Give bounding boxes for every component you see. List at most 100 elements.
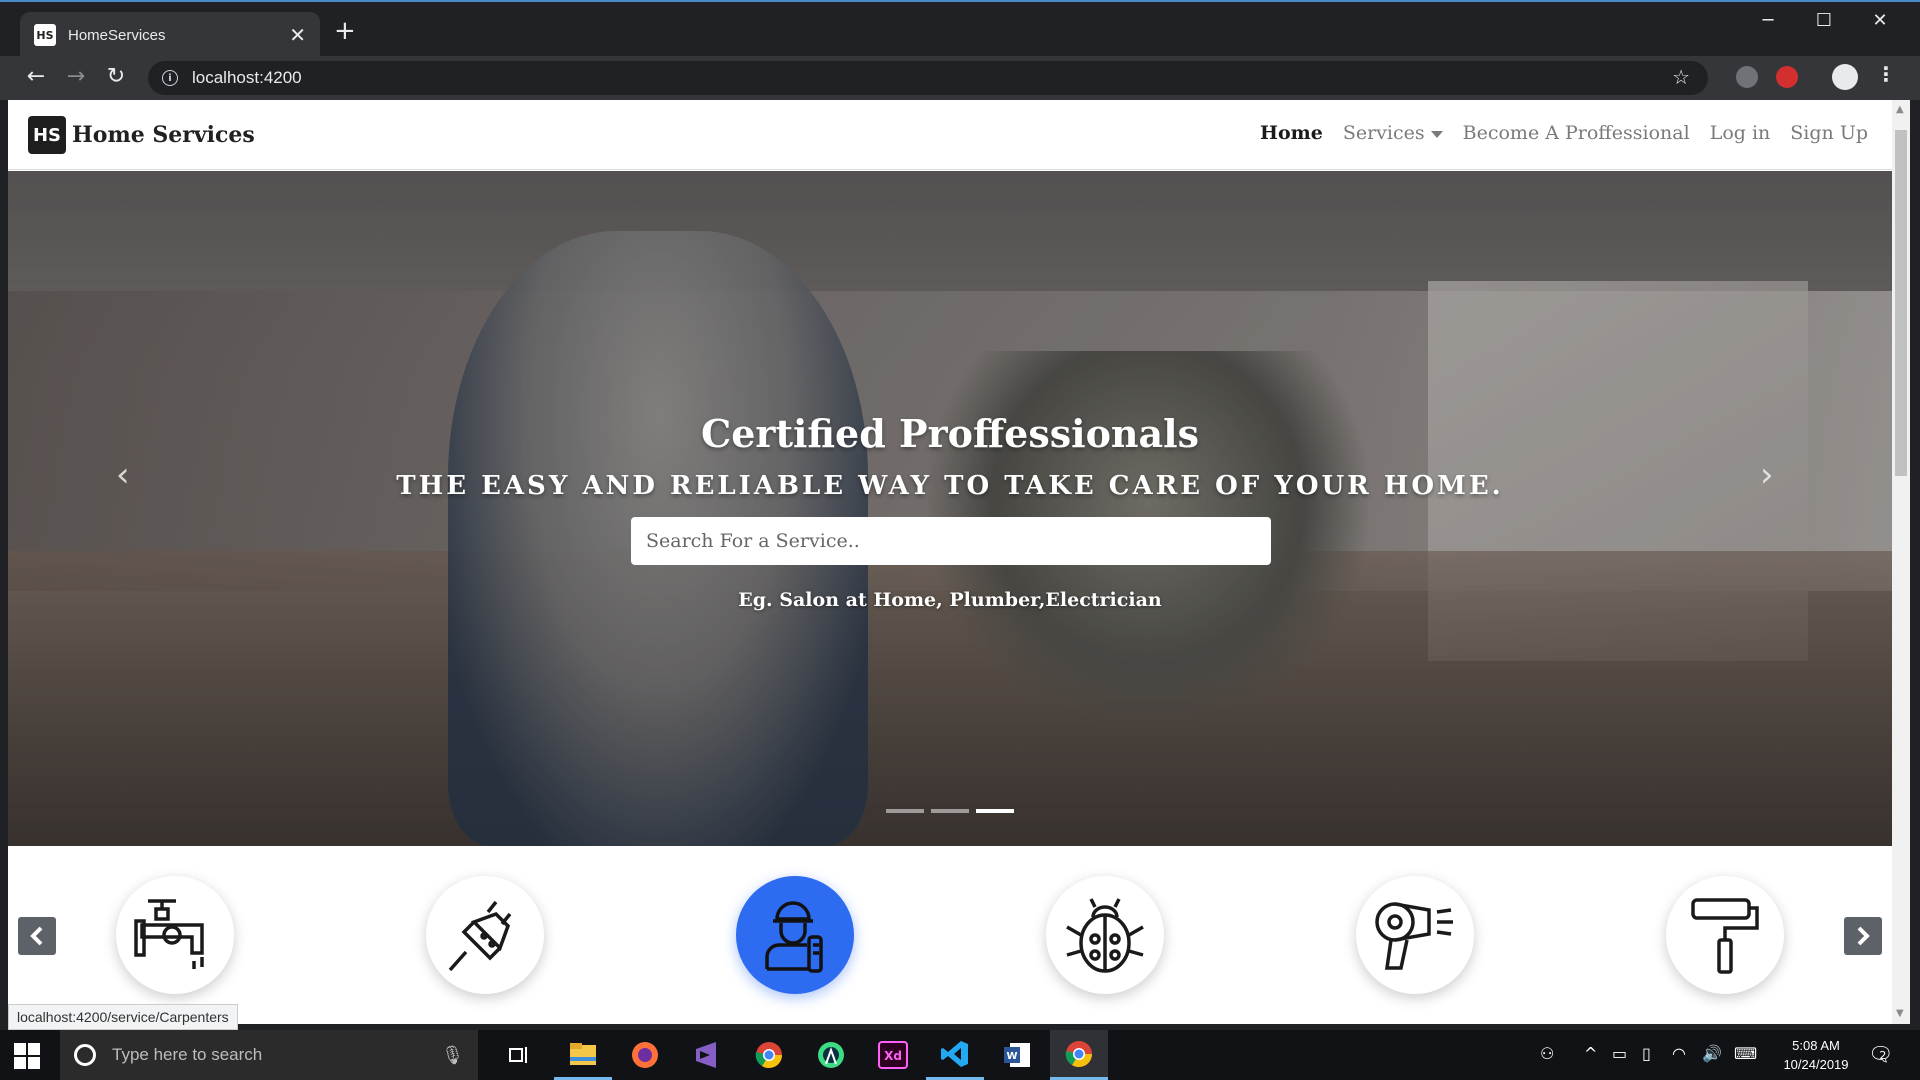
- maximize-icon[interactable]: ☐: [1796, 10, 1852, 31]
- services-prev-button[interactable]: [18, 917, 56, 955]
- task-view-icon: [509, 1047, 527, 1063]
- tab-title: HomeServices: [68, 26, 166, 44]
- new-tab-icon[interactable]: +: [334, 16, 356, 46]
- nav-become-pro[interactable]: Become A Proffessional: [1463, 122, 1690, 144]
- notification-count: 2: [1879, 1049, 1887, 1062]
- nav-login[interactable]: Log in: [1710, 122, 1771, 144]
- windows-taskbar: Type here to search 🎙 Xd W ⚇ ^ ▭ ▯ ◠ 🔊 ⌨…: [0, 1030, 1920, 1080]
- service-search-input[interactable]: [631, 517, 1271, 565]
- brand[interactable]: HS Home Services: [28, 116, 255, 154]
- cortana-icon: [74, 1044, 96, 1066]
- chevron-left-icon: [30, 926, 43, 946]
- back-icon[interactable]: ←: [22, 64, 50, 89]
- task-view-button[interactable]: [490, 1030, 548, 1080]
- nav-signup[interactable]: Sign Up: [1790, 122, 1868, 144]
- taskbar-vscode[interactable]: [926, 1030, 984, 1080]
- tray-expand-icon[interactable]: ^: [1584, 1044, 1597, 1063]
- electrician-icon: [448, 900, 512, 972]
- page-scrollbar[interactable]: ▲ ▼: [1892, 100, 1910, 1024]
- service-electrician[interactable]: [426, 876, 544, 994]
- visual-studio-icon: [696, 1042, 716, 1068]
- address-bar[interactable]: i localhost:4200 ☆: [148, 61, 1708, 95]
- scroll-down-icon[interactable]: ▼: [1896, 1008, 1904, 1019]
- brand-logo: HS: [28, 116, 66, 154]
- word-icon: W: [1004, 1043, 1030, 1067]
- chrome-icon: [1065, 1040, 1093, 1067]
- service-pest-control[interactable]: [1046, 876, 1164, 994]
- microphone-icon[interactable]: 🎙: [441, 1045, 464, 1066]
- status-bar-url: localhost:4200/service/Carpenters: [8, 1004, 238, 1030]
- profile-avatar[interactable]: [1832, 64, 1858, 90]
- carousel-indicator[interactable]: [931, 809, 969, 813]
- forward-icon[interactable]: →: [62, 64, 90, 89]
- svg-text:Xd: Xd: [884, 1049, 902, 1063]
- svg-text:W: W: [1006, 1051, 1017, 1062]
- browser-toolbar: ← → ↻ i localhost:4200 ☆ ⋮: [0, 56, 1920, 100]
- salon-icon: [1375, 902, 1453, 970]
- plumber-icon: [134, 899, 204, 969]
- reload-icon[interactable]: ↻: [102, 64, 130, 89]
- hero-search-example: Eg. Salon at Home, Plumber,Electrician: [738, 589, 1162, 611]
- vscode-icon: [941, 1040, 968, 1067]
- clock-date: 10/24/2019: [1783, 1057, 1849, 1072]
- service-painter[interactable]: [1666, 876, 1784, 994]
- browser-menu-icon[interactable]: ⋮: [1876, 62, 1896, 86]
- taskbar-clock[interactable]: 5:08 AM 10/24/2019: [1766, 1036, 1866, 1074]
- taskbar-chrome[interactable]: [740, 1030, 798, 1080]
- close-window-icon[interactable]: ✕: [1852, 10, 1908, 31]
- keyboard-icon[interactable]: ⌨: [1734, 1044, 1757, 1063]
- tab-close-icon[interactable]: ✕: [289, 23, 306, 47]
- nav-home[interactable]: Home: [1260, 122, 1323, 144]
- taskbar-chrome-active[interactable]: [1050, 1030, 1108, 1080]
- volume-icon[interactable]: 🔊: [1702, 1044, 1722, 1063]
- service-salon[interactable]: [1356, 876, 1474, 994]
- hero-overlay: [8, 171, 1892, 846]
- taskbar-file-explorer[interactable]: [554, 1030, 612, 1080]
- minimize-icon[interactable]: ─: [1740, 10, 1796, 31]
- browser-tab[interactable]: HS HomeServices ✕: [20, 12, 320, 58]
- tab-favicon: HS: [34, 24, 56, 46]
- carpenter-icon: [765, 901, 823, 973]
- wifi-icon[interactable]: ◠: [1672, 1044, 1686, 1063]
- usb-icon[interactable]: ▯: [1642, 1044, 1651, 1063]
- notification-center[interactable]: 🗨2: [1868, 1042, 1900, 1066]
- people-icon[interactable]: ⚇: [1540, 1044, 1554, 1063]
- nav-services-dropdown[interactable]: Services: [1343, 122, 1443, 144]
- site-navbar: HS Home Services Home Services Become A …: [8, 100, 1892, 170]
- hero-carousel: ‹ › Certified Proffessionals THE EASY AN…: [8, 171, 1892, 846]
- taskbar-visual-studio[interactable]: [678, 1030, 736, 1080]
- windows-start-icon[interactable]: [14, 1043, 40, 1069]
- hero-subtitle: THE EASY AND RELIABLE WAY TO TAKE CARE O…: [396, 471, 1504, 501]
- chrome-icon: [755, 1042, 783, 1069]
- adblock-extension-icon[interactable]: [1776, 66, 1798, 88]
- extension-icon[interactable]: [1736, 66, 1758, 88]
- taskbar-search[interactable]: Type here to search 🎙: [60, 1030, 478, 1080]
- services-next-button[interactable]: [1844, 917, 1882, 955]
- service-plumber[interactable]: [116, 876, 234, 994]
- service-carpenter[interactable]: [736, 876, 854, 994]
- taskbar-word[interactable]: W: [988, 1030, 1046, 1080]
- nav-services-label: Services: [1342, 122, 1425, 144]
- chevron-right-icon: [1857, 926, 1870, 946]
- pest-control-icon: [1066, 898, 1144, 973]
- hero-title: Certified Proffessionals: [701, 411, 1199, 456]
- carousel-indicator[interactable]: [886, 809, 924, 813]
- clock-time: 5:08 AM: [1792, 1038, 1840, 1053]
- chevron-down-icon: [1430, 130, 1443, 138]
- firefox-icon: [632, 1042, 658, 1068]
- nav-links: Home Services Become A Proffessional Log…: [1260, 122, 1868, 144]
- android-studio-icon: [818, 1042, 844, 1068]
- battery-icon[interactable]: ▭: [1612, 1044, 1627, 1063]
- scroll-thumb[interactable]: [1895, 130, 1907, 476]
- browser-titlebar: HS HomeServices ✕ + ─ ☐ ✕: [0, 0, 1920, 58]
- scroll-up-icon[interactable]: ▲: [1896, 104, 1904, 115]
- brand-name: Home Services: [72, 122, 255, 148]
- painter-icon: [1691, 898, 1759, 974]
- bookmark-star-icon[interactable]: ☆: [1672, 65, 1690, 89]
- carousel-indicator-active[interactable]: [976, 809, 1014, 813]
- taskbar-adobe-xd[interactable]: Xd: [864, 1030, 922, 1080]
- taskbar-android-studio[interactable]: [802, 1030, 860, 1080]
- site-info-icon[interactable]: i: [162, 70, 178, 86]
- taskbar-firefox[interactable]: [616, 1030, 674, 1080]
- carousel-indicators: [886, 809, 1014, 813]
